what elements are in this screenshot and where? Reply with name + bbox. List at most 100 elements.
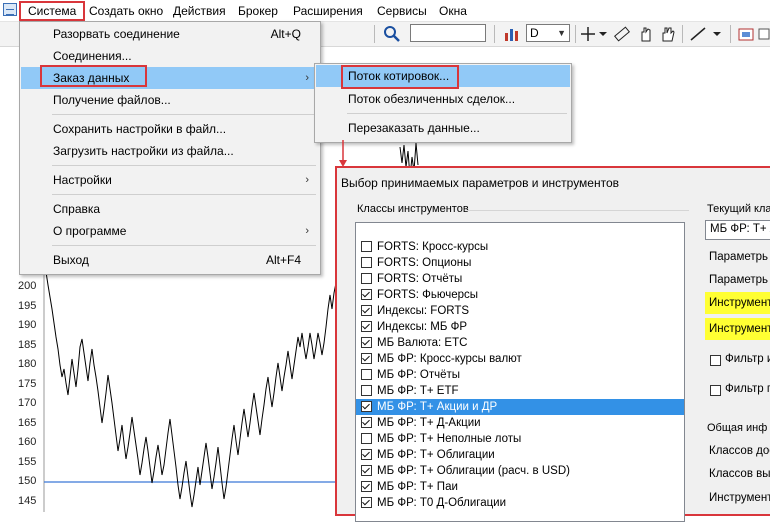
menu-system[interactable]: Система: [26, 3, 78, 19]
class-row[interactable]: МБ ФР: Отчёты: [356, 367, 684, 383]
system-menu: Разорвать соединение Alt+Q Соединения...…: [19, 21, 321, 275]
class-checkbox[interactable]: [361, 417, 372, 428]
chart-type-icon[interactable]: [503, 25, 521, 43]
classes-available-label: Классов дос: [709, 445, 770, 457]
current-class-field[interactable]: МБ ФР: Т+ А: [705, 220, 770, 240]
crosshair-icon[interactable]: [580, 25, 596, 43]
class-checkbox[interactable]: [361, 433, 372, 444]
class-row[interactable]: МБ ФР: Т+ ETF: [356, 383, 684, 399]
menu-item-disconnect[interactable]: Разорвать соединение Alt+Q: [21, 23, 319, 45]
menu-item-help[interactable]: Справка: [21, 198, 319, 220]
menu-item-about[interactable]: О программе ›: [21, 220, 319, 242]
menu-item-quote-stream[interactable]: Поток котировок...: [316, 65, 570, 87]
filter-checkbox[interactable]: [710, 385, 721, 396]
chevron-right-icon: ›: [305, 174, 309, 186]
filter-checkbox[interactable]: [710, 355, 721, 366]
class-row[interactable]: МБ ФР: Т+ Облигации: [356, 447, 684, 463]
menu-item-data-order[interactable]: Заказ данных ›: [21, 67, 319, 89]
chevron-down-icon[interactable]: [598, 25, 608, 43]
ruler-icon[interactable]: [613, 25, 631, 43]
menu-item-connections[interactable]: Соединения...: [21, 45, 319, 67]
class-row[interactable]: Индексы: МБ ФР: [356, 319, 684, 335]
class-row[interactable]: FORTS: Опционы: [356, 255, 684, 271]
ticker-search-input[interactable]: [410, 24, 486, 42]
class-label: МБ ФР: Т+ Неполные лоты: [377, 433, 522, 445]
instruments-button[interactable]: Инструмент: [709, 323, 770, 335]
class-checkbox[interactable]: [361, 289, 372, 300]
toolbar-more-icon[interactable]: [758, 25, 770, 43]
class-checkbox[interactable]: [361, 465, 372, 476]
class-label: МБ ФР: Т+ Облигации: [377, 449, 495, 461]
class-row[interactable]: МБ ФР: Т+ Облигации (расч. в USD): [356, 463, 684, 479]
menu-item-label: Соединения...: [53, 49, 132, 63]
toolbar-separator: [374, 25, 375, 43]
menu-item-label: Разорвать соединение: [53, 27, 180, 41]
class-checkbox[interactable]: [361, 369, 372, 380]
menu-create-window[interactable]: Создать окно: [87, 3, 165, 19]
class-label: МБ ФР: Т0 Д-Облигации: [377, 497, 507, 509]
class-label: МБ ФР: Т+ Облигации (расч. в USD): [377, 465, 570, 477]
search-icon[interactable]: [383, 25, 401, 43]
menu-extensions[interactable]: Расширения: [291, 3, 365, 19]
class-checkbox[interactable]: [361, 257, 372, 268]
current-class-value: МБ ФР: Т+ А: [710, 223, 770, 235]
class-row[interactable]: FORTS: Отчёты: [356, 271, 684, 287]
menu-item-label: Выход: [53, 253, 89, 267]
class-row[interactable]: МБ ФР: Т+ Д-Акции: [356, 415, 684, 431]
class-row[interactable]: Индексы: FORTS: [356, 303, 684, 319]
menu-item-label: Поток котировок...: [348, 69, 450, 83]
class-label: Индексы: FORTS: [377, 305, 470, 317]
hand-move-icon[interactable]: [659, 25, 677, 43]
class-checkbox[interactable]: [361, 337, 372, 348]
menu-separator: [52, 114, 316, 115]
menu-item-receive-files[interactable]: Получение файлов...: [21, 89, 319, 111]
class-checkbox[interactable]: [361, 241, 372, 252]
menu-actions[interactable]: Действия: [171, 3, 228, 19]
class-checkbox[interactable]: [361, 385, 372, 396]
window-icon[interactable]: [3, 3, 17, 16]
class-row[interactable]: FORTS: Фьючерсы: [356, 287, 684, 303]
menu-item-save-settings[interactable]: Сохранить настройки в файл...: [21, 118, 319, 140]
class-checkbox[interactable]: [361, 401, 372, 412]
class-label: FORTS: Опционы: [377, 257, 472, 269]
menu-item-label: Заказ данных: [53, 71, 130, 85]
class-checkbox[interactable]: [361, 481, 372, 492]
interval-select[interactable]: D ▼: [526, 24, 570, 42]
screenshot-icon[interactable]: [737, 25, 755, 43]
menu-windows[interactable]: Окна: [437, 3, 469, 19]
class-row[interactable]: МБ ФР: Т+ Паи: [356, 479, 684, 495]
menu-item-load-settings[interactable]: Загрузить настройки из файла...: [21, 140, 319, 162]
general-info-group-title: Общая инф: [707, 422, 768, 434]
class-label: МБ ФР: Отчёты: [377, 369, 461, 381]
trend-line-icon[interactable]: [689, 25, 707, 43]
hand-select-icon[interactable]: [637, 25, 655, 43]
menu-item-trades-stream[interactable]: Поток обезличенных сделок...: [316, 88, 570, 110]
parameters-label: Параметрь: [709, 274, 769, 286]
class-row[interactable]: FORTS: Кросс-курсы: [356, 239, 684, 255]
menu-separator: [347, 113, 567, 114]
class-checkbox[interactable]: [361, 273, 372, 284]
class-checkbox[interactable]: [361, 353, 372, 364]
class-row[interactable]: МБ Валюта: ETC: [356, 335, 684, 351]
class-checkbox[interactable]: [361, 305, 372, 316]
menu-item-label: Справка: [53, 202, 101, 216]
class-row[interactable]: МБ ФР: Кросс-курсы валют: [356, 351, 684, 367]
data-order-submenu: Поток котировок... Поток обезличенных сд…: [314, 63, 572, 143]
chevron-down-icon[interactable]: [712, 25, 722, 43]
menu-item-settings[interactable]: Настройки ›: [21, 169, 319, 191]
menu-item-exit[interactable]: Выход Alt+F4: [21, 249, 319, 271]
class-checkbox[interactable]: [361, 321, 372, 332]
class-row[interactable]: МБ ФР: Т+ Акции и ДР: [356, 399, 684, 415]
class-row[interactable]: МБ ФР: Т0 Д-Облигации: [356, 495, 684, 511]
class-row[interactable]: МБ ФР: Т+ Неполные лоты: [356, 431, 684, 447]
classes-selected-label: Классов выб: [709, 468, 770, 480]
menu-item-label: Получение файлов...: [53, 93, 171, 107]
menu-broker[interactable]: Брокер: [236, 3, 280, 19]
classes-list[interactable]: FORTS: Кросс-курсы FORTS: Опционы FORTS:…: [355, 222, 685, 522]
class-checkbox[interactable]: [361, 449, 372, 460]
menu-services[interactable]: Сервисы: [375, 3, 429, 19]
instruments-button[interactable]: Инструмент: [709, 297, 770, 309]
shortcut-label: Alt+F4: [265, 253, 301, 267]
menu-item-reorder-data[interactable]: Перезаказать данные...: [316, 117, 570, 139]
class-checkbox[interactable]: [361, 497, 372, 508]
